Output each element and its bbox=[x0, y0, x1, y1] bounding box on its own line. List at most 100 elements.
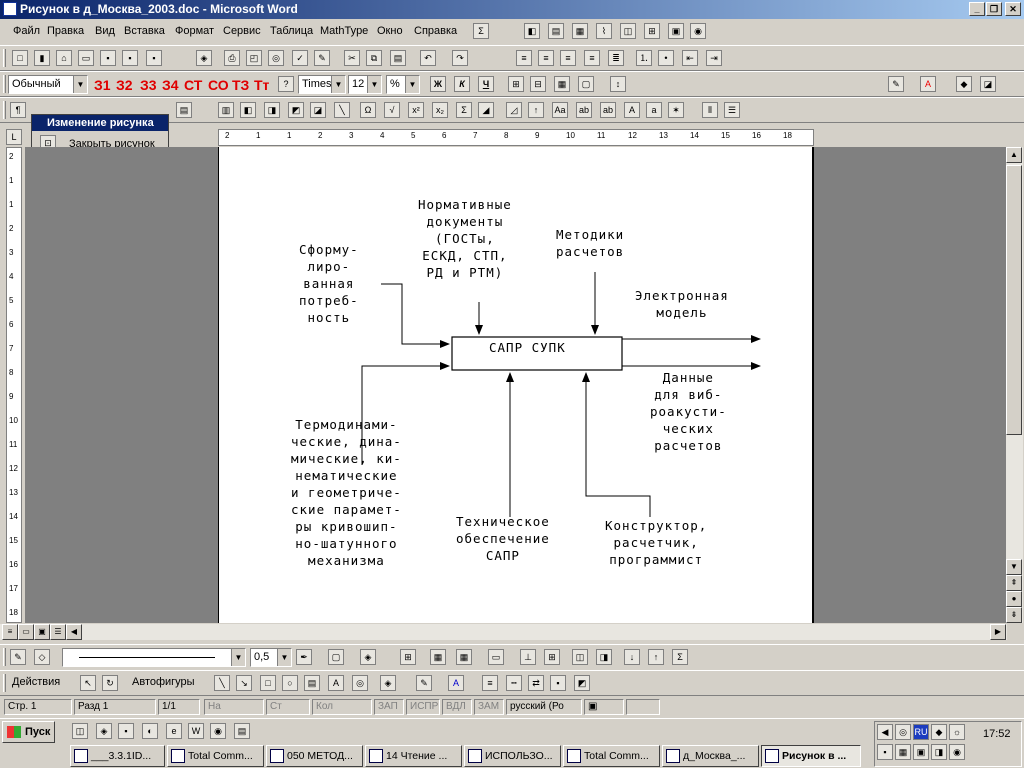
folder-icon[interactable]: ▭ bbox=[78, 50, 94, 66]
select-arrow-icon[interactable]: ↖ bbox=[80, 675, 96, 691]
size-select[interactable]: 12 ▼ bbox=[348, 75, 382, 94]
toolbar-icon[interactable]: ab bbox=[576, 102, 592, 118]
help-icon[interactable]: ? bbox=[278, 76, 294, 92]
task-button[interactable]: Total Comm... bbox=[563, 745, 660, 767]
tray-icon[interactable]: ◎ bbox=[895, 724, 911, 740]
bullets-icon[interactable]: • bbox=[658, 50, 674, 66]
task-button[interactable]: Total Comm... bbox=[167, 745, 264, 767]
style-tt[interactable]: Тт bbox=[254, 76, 269, 94]
tray-icon[interactable]: ◆ bbox=[931, 724, 947, 740]
toolbar-icon[interactable]: ◆ bbox=[956, 76, 972, 92]
undo-icon[interactable]: ↶ bbox=[420, 50, 436, 66]
3d-icon[interactable]: ◩ bbox=[574, 675, 590, 691]
autosum-icon[interactable]: Σ bbox=[672, 649, 688, 665]
line-icon[interactable]: ╲ bbox=[334, 102, 350, 118]
open-icon[interactable]: ⌂ bbox=[56, 50, 72, 66]
menu-insert[interactable]: Вставка bbox=[124, 25, 165, 37]
toolbar-icon[interactable]: ▥ bbox=[218, 102, 234, 118]
menu-format[interactable]: Формат bbox=[175, 25, 214, 37]
vertical-scrollbar[interactable]: ▲ ▼ ⇞ ● ⇟ bbox=[1006, 147, 1023, 623]
toolbar-icon[interactable]: ◧ bbox=[240, 102, 256, 118]
tray-icon[interactable]: ☼ bbox=[949, 724, 965, 740]
actions-menu[interactable]: Действия bbox=[12, 676, 60, 688]
increase-indent-icon[interactable]: ⇥ bbox=[706, 50, 722, 66]
grow-font-icon[interactable]: A bbox=[624, 102, 640, 118]
shrink-font-icon[interactable]: a bbox=[646, 102, 662, 118]
menu-window[interactable]: Окно bbox=[377, 25, 403, 37]
scroll-up-icon[interactable]: ▲ bbox=[1006, 147, 1022, 163]
outline-view-icon[interactable]: ☰ bbox=[50, 624, 66, 640]
research-icon[interactable]: ◎ bbox=[268, 50, 284, 66]
task-button[interactable]: ___3.3.1ID... bbox=[70, 745, 165, 767]
task-button[interactable]: д_Москва_... bbox=[662, 745, 759, 767]
print-icon[interactable]: ⎙ bbox=[224, 50, 240, 66]
line-color-icon[interactable]: ✎ bbox=[416, 675, 432, 691]
toolbar-icon[interactable]: ▤ bbox=[548, 23, 564, 39]
eraser-icon[interactable]: ◇ bbox=[34, 649, 50, 665]
font-color-icon[interactable]: A bbox=[920, 76, 936, 92]
tray-icon[interactable]: ▦ bbox=[895, 744, 911, 760]
new-icon[interactable]: □ bbox=[12, 50, 28, 66]
toolbar-icon[interactable]: ▤ bbox=[176, 102, 192, 118]
menu-table[interactable]: Таблица bbox=[270, 25, 313, 37]
toolbar-icon[interactable]: ◿ bbox=[506, 102, 522, 118]
paperclip-icon[interactable]: ⌇ bbox=[596, 23, 612, 39]
next-page-icon[interactable]: ⇟ bbox=[1006, 607, 1022, 623]
restore-button[interactable]: ❐ bbox=[986, 2, 1002, 16]
table-icon[interactable]: ⊞ bbox=[508, 76, 524, 92]
dash-style-icon[interactable]: ┅ bbox=[506, 675, 522, 691]
spelling-icon[interactable]: ✓ bbox=[292, 50, 308, 66]
autoshapes-menu[interactable]: Автофигуры bbox=[132, 676, 195, 688]
tray-icon[interactable]: ▪ bbox=[877, 744, 893, 760]
paste-icon[interactable]: ▤ bbox=[390, 50, 406, 66]
bold-button[interactable]: Ж bbox=[430, 76, 446, 92]
textbox-tool-icon[interactable]: ▤ bbox=[304, 675, 320, 691]
style-z3[interactable]: З3 bbox=[140, 76, 157, 94]
horizontal-scrollbar[interactable]: ≡ ▭ ▣ ☰ ◀ ▶ bbox=[0, 624, 1007, 640]
toolbar-icon[interactable]: ◩ bbox=[288, 102, 304, 118]
toolbar-icon[interactable]: ▣ bbox=[668, 23, 684, 39]
save-icon[interactable]: ▪ bbox=[122, 50, 138, 66]
align-left-icon[interactable]: ≡ bbox=[516, 50, 532, 66]
scroll-thumb[interactable] bbox=[1006, 165, 1022, 435]
tab-selector[interactable]: L bbox=[6, 129, 22, 145]
style-z4[interactable]: З4 bbox=[162, 76, 179, 94]
toolbar-icon[interactable]: ◫ bbox=[620, 23, 636, 39]
shading-icon[interactable]: ◈ bbox=[360, 649, 376, 665]
style-so[interactable]: СО bbox=[208, 76, 229, 94]
arrow-tool-icon[interactable]: ↘ bbox=[236, 675, 252, 691]
wordart-icon[interactable]: A bbox=[328, 675, 344, 691]
decrease-indent-icon[interactable]: ⇤ bbox=[682, 50, 698, 66]
arrow-up-icon[interactable]: ↑ bbox=[528, 102, 544, 118]
table-icon[interactable]: ⊟ bbox=[530, 76, 546, 92]
sort-desc-icon[interactable]: ↑ bbox=[648, 649, 664, 665]
toolbar-icon[interactable]: Aa bbox=[552, 102, 568, 118]
rotate-icon[interactable]: ↻ bbox=[102, 675, 118, 691]
toolbar-icon[interactable]: ab bbox=[600, 102, 616, 118]
task-button[interactable]: ИСПОЛЬЗО... bbox=[464, 745, 561, 767]
toolbar-icon[interactable]: ◪ bbox=[980, 76, 996, 92]
menu-view[interactable]: Вид bbox=[95, 25, 115, 37]
toolbar-icon[interactable]: ◨ bbox=[596, 649, 612, 665]
table-icon[interactable]: ▦ bbox=[430, 649, 446, 665]
distribute-icon[interactable]: ⊥ bbox=[520, 649, 536, 665]
menu-help[interactable]: Справка bbox=[414, 25, 457, 37]
pilcrow-icon[interactable]: ¶ bbox=[10, 102, 26, 118]
font-select[interactable]: Times ▼ bbox=[298, 75, 346, 94]
menu-mathtype[interactable]: MathType bbox=[320, 25, 368, 37]
tray-icon[interactable]: ◨ bbox=[931, 744, 947, 760]
underline-button[interactable]: Ч bbox=[478, 76, 494, 92]
rectangle-tool-icon[interactable]: □ bbox=[260, 675, 276, 691]
scroll-left-icon[interactable]: ◀ bbox=[66, 624, 82, 640]
menu-tools[interactable]: Сервис bbox=[223, 25, 261, 37]
close-button[interactable]: ✕ bbox=[1005, 2, 1021, 16]
numbering-icon[interactable]: ⒈ bbox=[636, 50, 652, 66]
superscript-icon[interactable]: x² bbox=[408, 102, 424, 118]
quicklaunch-icon[interactable]: ▪ bbox=[118, 723, 134, 739]
clock[interactable]: 17:52 bbox=[983, 728, 1011, 740]
align-icon[interactable]: ▭ bbox=[488, 649, 504, 665]
print-preview-icon[interactable]: ◰ bbox=[246, 50, 262, 66]
italic-button[interactable]: К bbox=[454, 76, 470, 92]
quicklaunch-icon[interactable]: ◉ bbox=[210, 723, 226, 739]
arrow-style-icon[interactable]: ⇄ bbox=[528, 675, 544, 691]
